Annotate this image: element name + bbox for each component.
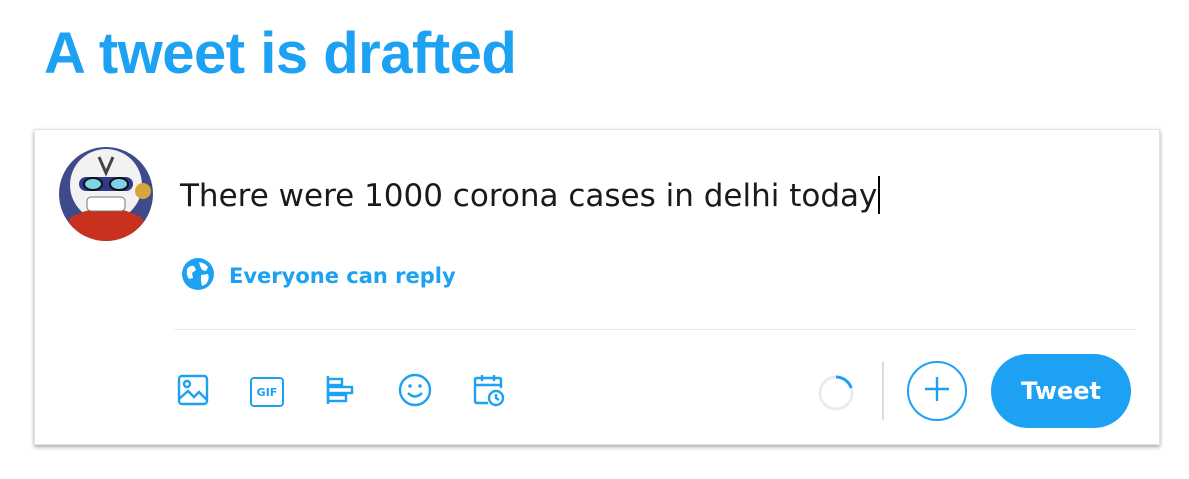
emoji-icon xyxy=(397,372,433,412)
avatar-image xyxy=(59,147,153,241)
page-title: A tweet is drafted xyxy=(44,21,517,86)
poll-button[interactable] xyxy=(321,372,361,412)
globe-icon xyxy=(181,257,215,295)
media-button[interactable] xyxy=(173,372,213,412)
gif-badge-text: GIF xyxy=(256,385,278,399)
plus-icon xyxy=(922,374,952,408)
text-caret xyxy=(878,176,881,214)
schedule-button[interactable] xyxy=(469,372,509,412)
tweet-composer: There were 1000 corona cases in delhi to… xyxy=(34,129,1160,445)
image-icon xyxy=(176,373,210,411)
emoji-button[interactable] xyxy=(395,372,435,412)
reply-setting-label: Everyone can reply xyxy=(229,264,456,288)
reply-setting-button[interactable]: Everyone can reply xyxy=(181,258,456,294)
toolbar-separator xyxy=(882,362,884,420)
poll-icon xyxy=(324,373,358,411)
tweet-text-value: There were 1000 corona cases in delhi to… xyxy=(180,178,878,214)
composer-toolbar: GIF xyxy=(173,370,509,414)
gif-button[interactable]: GIF xyxy=(247,372,287,412)
add-tweet-button[interactable] xyxy=(907,361,967,421)
gif-icon: GIF xyxy=(250,377,284,407)
character-counter xyxy=(817,374,855,412)
tweet-text-input[interactable]: There were 1000 corona cases in delhi to… xyxy=(180,176,881,216)
composer-divider xyxy=(174,329,1136,330)
schedule-icon xyxy=(471,372,507,412)
avatar[interactable] xyxy=(59,147,153,241)
progress-ring-icon xyxy=(818,375,854,411)
tweet-button[interactable]: Tweet xyxy=(991,354,1131,428)
